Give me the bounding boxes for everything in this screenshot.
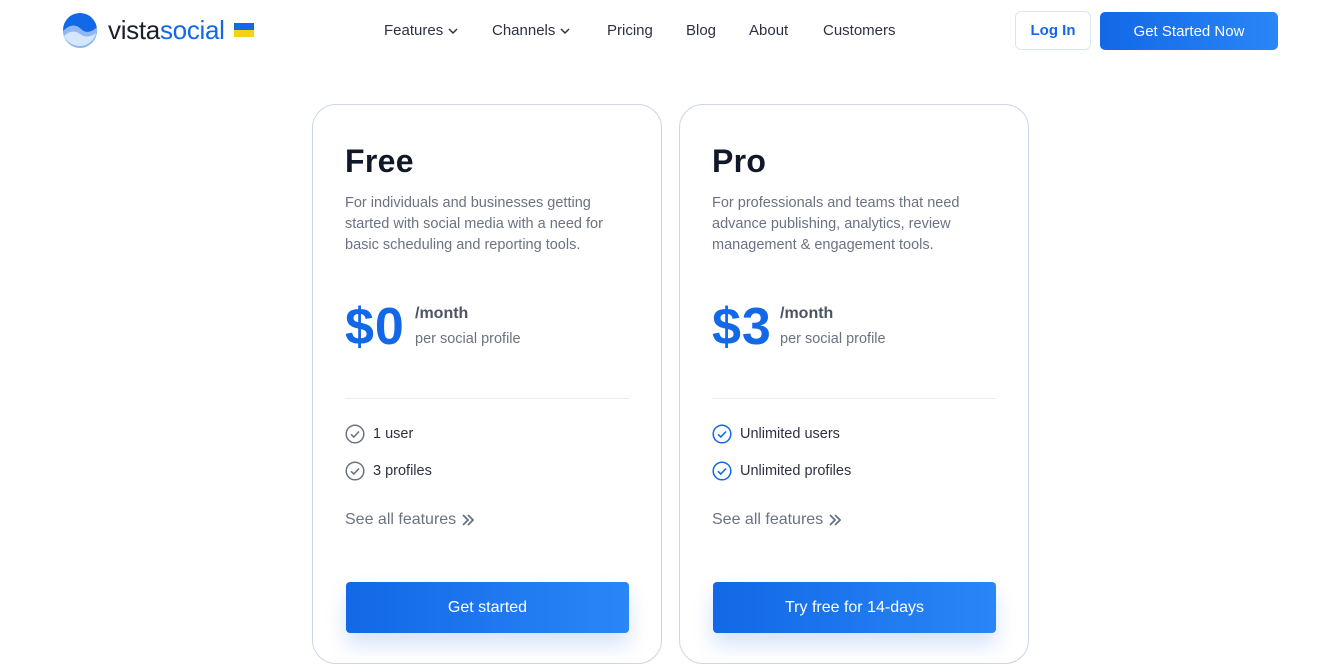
nav-item-label: About: [749, 22, 789, 39]
plan-card-pro: Pro For professionals and teams that nee…: [679, 104, 1029, 664]
price-unit: per social profile: [780, 331, 886, 347]
feature-label: Unlimited profiles: [740, 463, 852, 479]
feature-label: 1 user: [373, 426, 414, 442]
nav-item-label: Features: [384, 22, 444, 39]
feature-item: 1 user: [345, 424, 413, 444]
check-circle-icon: [712, 461, 732, 481]
plan-description: For professionals and teams that need ad…: [712, 195, 960, 253]
double-chevron-right-icon: [829, 514, 842, 526]
nav-item-pricing[interactable]: Pricing: [607, 20, 653, 42]
see-all-label: See all features: [345, 511, 457, 528]
feature-label: Unlimited users: [740, 426, 840, 442]
see-all-label: See all features: [712, 511, 824, 528]
chevron-down-icon: [448, 28, 458, 35]
nav-item-features[interactable]: Features: [384, 20, 459, 42]
check-circle-icon: [712, 424, 732, 444]
plan-price: $3: [712, 298, 772, 356]
nav-item-customers[interactable]: Customers: [823, 20, 896, 42]
price-period: /month: [780, 305, 834, 322]
nav-item-blog[interactable]: Blog: [686, 20, 716, 42]
chevron-down-icon: [560, 28, 570, 35]
nav-item-label: Customers: [823, 22, 896, 39]
check-circle-icon: [345, 424, 365, 444]
brand-logo[interactable]: vistasocial: [62, 12, 254, 48]
plan-name: Free: [345, 143, 414, 179]
check-circle-icon: [345, 461, 365, 481]
logo-mark-icon: [63, 13, 97, 48]
feature-item: 3 profiles: [345, 461, 432, 481]
feature-item: Unlimited users: [712, 424, 840, 444]
plan-price: $0: [345, 298, 405, 356]
price-unit: per social profile: [415, 331, 521, 347]
nav-item-label: Blog: [686, 22, 717, 39]
site-header: vistasocial Features Channels Pricing Bl…: [0, 0, 1333, 62]
feature-label: 3 profiles: [373, 463, 432, 479]
nav-item-label: Channels: [492, 22, 556, 39]
try-free-button[interactable]: Try free for 14-days: [713, 582, 996, 633]
feature-item: Unlimited profiles: [712, 461, 851, 481]
get-started-button[interactable]: Get started: [346, 582, 629, 633]
plan-card-free: Free For individuals and businesses gett…: [312, 104, 662, 664]
see-all-features-link[interactable]: See all features: [345, 511, 476, 529]
double-chevron-right-icon: [462, 514, 475, 526]
plan-description: For individuals and businesses getting s…: [345, 195, 603, 253]
brand-name-part2: social: [159, 15, 225, 45]
brand-wordmark: vistasocial: [108, 12, 225, 48]
plan-name: Pro: [712, 143, 767, 179]
ukraine-flag-icon: [233, 23, 254, 37]
see-all-features-link[interactable]: See all features: [712, 511, 843, 529]
price-period: /month: [415, 305, 469, 322]
divider: [345, 398, 629, 399]
login-button[interactable]: Log In: [1015, 11, 1091, 50]
nav-item-channels[interactable]: Channels: [492, 20, 571, 42]
divider: [712, 398, 996, 399]
nav-item-about[interactable]: About: [749, 20, 788, 42]
brand-name-part1: vista: [108, 15, 160, 45]
get-started-now-button[interactable]: Get Started Now: [1100, 12, 1278, 50]
nav-item-label: Pricing: [607, 22, 653, 39]
